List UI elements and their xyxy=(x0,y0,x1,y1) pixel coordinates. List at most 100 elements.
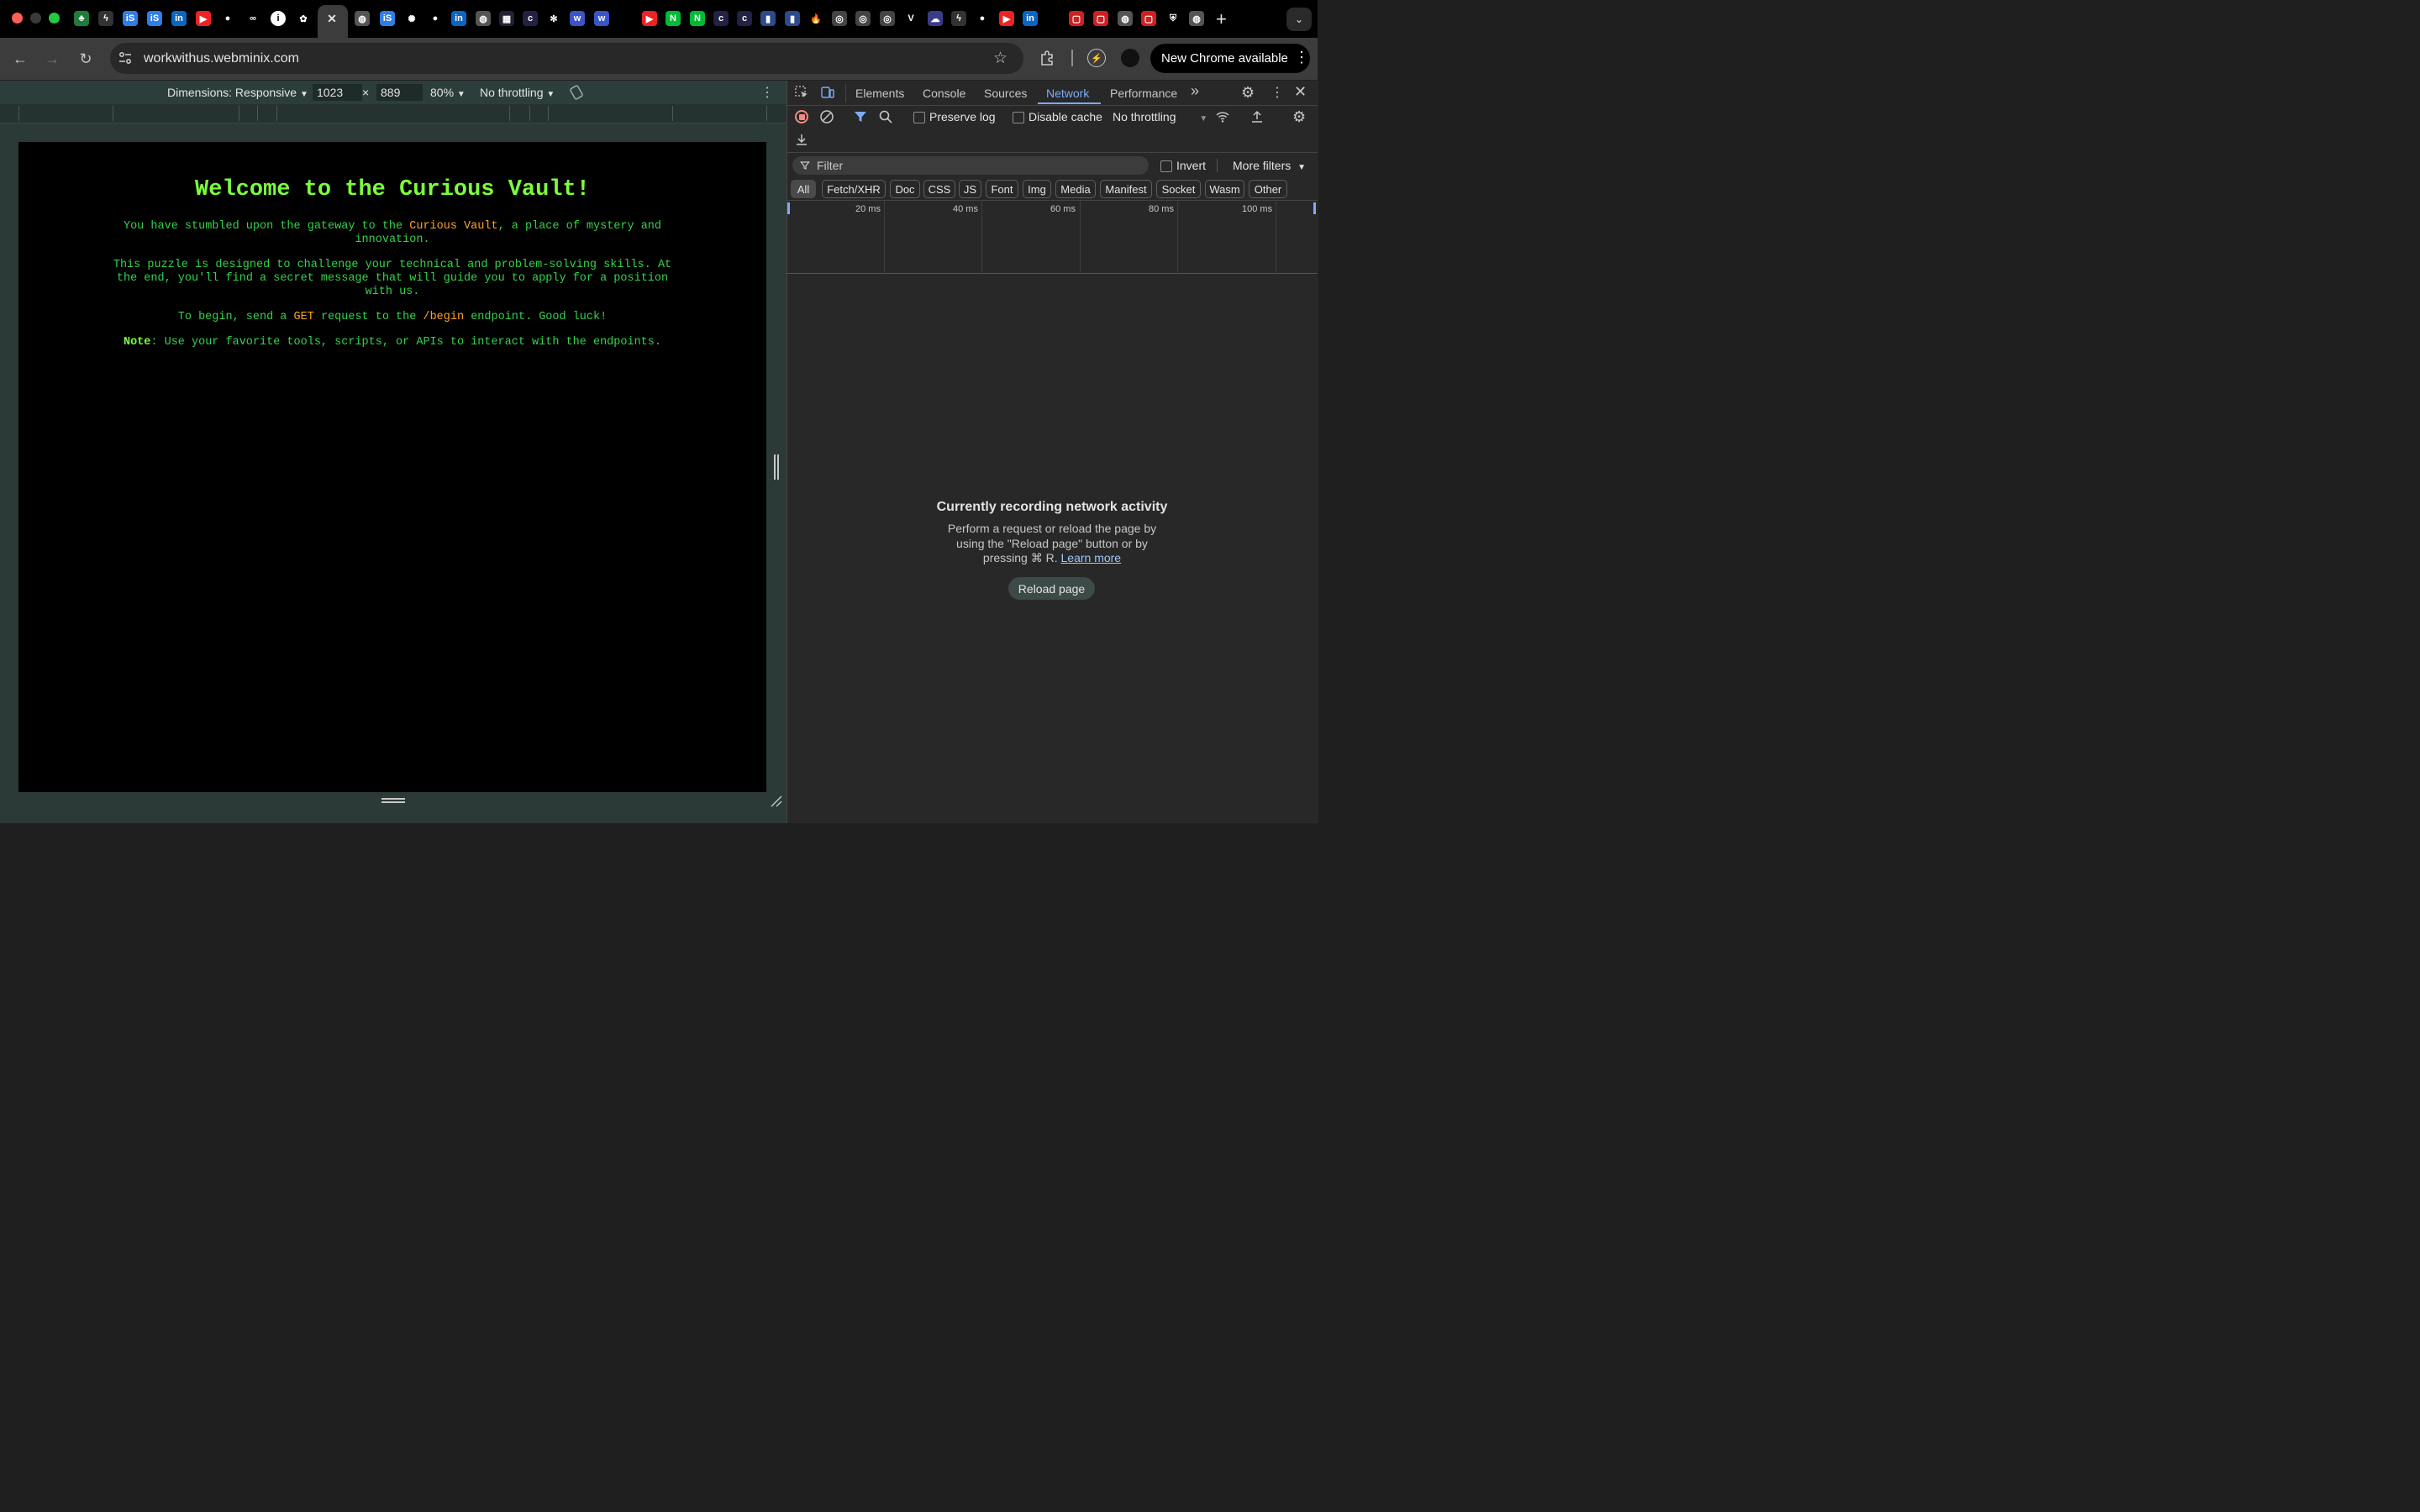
device-more-options-icon[interactable]: ⋮ xyxy=(760,84,774,101)
flame-icon[interactable]: 🔥 xyxy=(808,11,823,26)
sparkle-icon[interactable]: ✺ xyxy=(404,11,419,26)
filter-input[interactable]: Filter xyxy=(792,156,1149,175)
chip-media[interactable]: Media xyxy=(1055,180,1096,198)
chip-all[interactable]: All xyxy=(791,180,816,198)
zoom-dropdown[interactable]: 80% ▼ xyxy=(430,86,466,99)
doc-icon[interactable]: ▮ xyxy=(760,11,776,26)
close-icon[interactable]: ✕ xyxy=(324,11,339,26)
gear-icon[interactable]: ✻ xyxy=(546,11,561,26)
doc-icon[interactable]: ▮ xyxy=(785,11,800,26)
minimize-window-button[interactable] xyxy=(30,13,41,24)
preserve-log-checkbox[interactable] xyxy=(913,112,925,123)
device-toolbar-toggle-icon[interactable] xyxy=(820,85,835,100)
performance-icon[interactable]: ⚡ xyxy=(1087,49,1106,67)
new-chrome-button[interactable]: New Chrome available ⋮ xyxy=(1150,44,1310,73)
learn-more-link[interactable]: Learn more xyxy=(1061,551,1122,564)
c-icon[interactable]: c xyxy=(737,11,752,26)
tab-elements[interactable]: Elements xyxy=(855,87,904,100)
network-throttling-dropdown[interactable]: No throttling ▼ xyxy=(1113,110,1207,123)
url-text[interactable]: workwithus.webminix.com xyxy=(144,51,299,66)
bolt-icon[interactable]: ϟ xyxy=(98,11,113,26)
record-icon[interactable] xyxy=(795,110,808,123)
globe-icon[interactable]: ◍ xyxy=(1189,11,1204,26)
throttling-dropdown[interactable]: No throttling ▼ xyxy=(480,86,555,99)
github-icon[interactable]: ● xyxy=(428,11,443,26)
chip-manifest[interactable]: Manifest xyxy=(1100,180,1152,198)
n-icon[interactable]: N xyxy=(666,11,681,26)
tab-sources[interactable]: Sources xyxy=(984,87,1027,100)
clear-icon[interactable] xyxy=(819,109,834,124)
extensions-icon[interactable] xyxy=(1039,50,1055,66)
viewport-height-resize-handle[interactable] xyxy=(381,798,405,803)
chip-js[interactable]: JS xyxy=(959,180,981,198)
c-icon[interactable]: c xyxy=(713,11,729,26)
more-filters-dropdown[interactable]: More filters ▼ xyxy=(1233,159,1306,172)
n-icon[interactable]: N xyxy=(690,11,705,26)
c-icon[interactable]: c xyxy=(523,11,538,26)
network-settings-gear-icon[interactable]: ⚙ xyxy=(1292,108,1306,126)
is-icon[interactable]: iS xyxy=(147,11,162,26)
export-har-icon[interactable] xyxy=(794,132,809,147)
invert-checkbox[interactable] xyxy=(1160,160,1172,172)
forward-button[interactable]: → xyxy=(42,49,62,69)
openai-icon[interactable]: ✿ xyxy=(296,11,311,26)
grid-icon[interactable]: ▦ xyxy=(499,11,514,26)
linkedin-icon[interactable]: in xyxy=(171,11,187,26)
width-input[interactable]: 1023 xyxy=(313,84,362,101)
disable-cache-checkbox[interactable] xyxy=(1013,112,1024,123)
info-icon[interactable]: i xyxy=(271,11,286,26)
is-icon[interactable]: iS xyxy=(380,11,395,26)
network-conditions-icon[interactable] xyxy=(1215,109,1230,124)
ring-icon[interactable]: ◎ xyxy=(832,11,847,26)
chip-other[interactable]: Other xyxy=(1249,180,1287,198)
chip-img[interactable]: Img xyxy=(1023,180,1051,198)
box-icon[interactable]: ▢ xyxy=(1069,11,1084,26)
timeline-right-handle[interactable] xyxy=(1313,202,1316,214)
linkedin-icon[interactable]: in xyxy=(451,11,466,26)
tab-performance[interactable]: Performance xyxy=(1110,87,1177,100)
globe-icon[interactable]: ◍ xyxy=(476,11,491,26)
tab-console[interactable]: Console xyxy=(923,87,965,100)
chip-css[interactable]: CSS xyxy=(923,180,955,198)
back-button[interactable]: ← xyxy=(10,49,30,69)
github-icon[interactable]: ● xyxy=(975,11,990,26)
shield-icon[interactable]: ⛨ xyxy=(1165,11,1181,26)
timeline-left-handle[interactable] xyxy=(787,202,790,214)
link-icon[interactable]: ∞ xyxy=(245,11,260,26)
corner-resize-handle[interactable] xyxy=(770,795,783,808)
close-devtools-icon[interactable]: ✕ xyxy=(1294,83,1307,101)
box-icon[interactable]: ▢ xyxy=(1093,11,1108,26)
youtube-icon[interactable]: ▶ xyxy=(642,11,657,26)
chip-doc[interactable]: Doc xyxy=(890,180,920,198)
new-tab-button[interactable]: + xyxy=(1216,8,1227,30)
devtools-menu-icon[interactable]: ⋮ xyxy=(1270,84,1284,101)
close-window-button[interactable] xyxy=(12,13,23,24)
ring-icon[interactable]: ◎ xyxy=(880,11,895,26)
viewport-width-resize-handle[interactable] xyxy=(774,454,779,480)
search-icon[interactable] xyxy=(878,109,893,124)
globe-icon[interactable]: ◍ xyxy=(355,11,370,26)
bolt-icon[interactable]: ϟ xyxy=(951,11,966,26)
ring-icon[interactable]: ◎ xyxy=(855,11,871,26)
v-icon[interactable]: V xyxy=(903,11,918,26)
settings-gear-icon[interactable]: ⚙ xyxy=(1241,84,1255,102)
bookmark-star-icon[interactable]: ☆ xyxy=(993,49,1007,68)
github-icon[interactable]: ● xyxy=(220,11,235,26)
w-icon[interactable]: w xyxy=(570,11,585,26)
tab-network[interactable]: Network xyxy=(1046,87,1089,100)
is-icon[interactable]: iS xyxy=(123,11,138,26)
dimensions-dropdown[interactable]: Dimensions: Responsive ▼ xyxy=(167,86,308,99)
reload-page-button[interactable]: Reload page xyxy=(1008,577,1095,600)
chip-wasm[interactable]: Wasm xyxy=(1205,180,1244,198)
import-har-icon[interactable] xyxy=(1249,109,1265,124)
box-icon[interactable]: ▢ xyxy=(1141,11,1156,26)
linkedin-icon[interactable]: in xyxy=(1023,11,1038,26)
height-input[interactable]: 889 xyxy=(376,84,423,101)
chip-socket[interactable]: Socket xyxy=(1156,180,1201,198)
profile-avatar[interactable] xyxy=(1121,49,1139,67)
site-settings-icon[interactable] xyxy=(117,50,134,66)
w-icon[interactable]: w xyxy=(594,11,609,26)
globe-icon[interactable]: ◍ xyxy=(1118,11,1133,26)
youtube-icon[interactable]: ▶ xyxy=(999,11,1014,26)
cloud-icon[interactable]: ☁ xyxy=(928,11,943,26)
